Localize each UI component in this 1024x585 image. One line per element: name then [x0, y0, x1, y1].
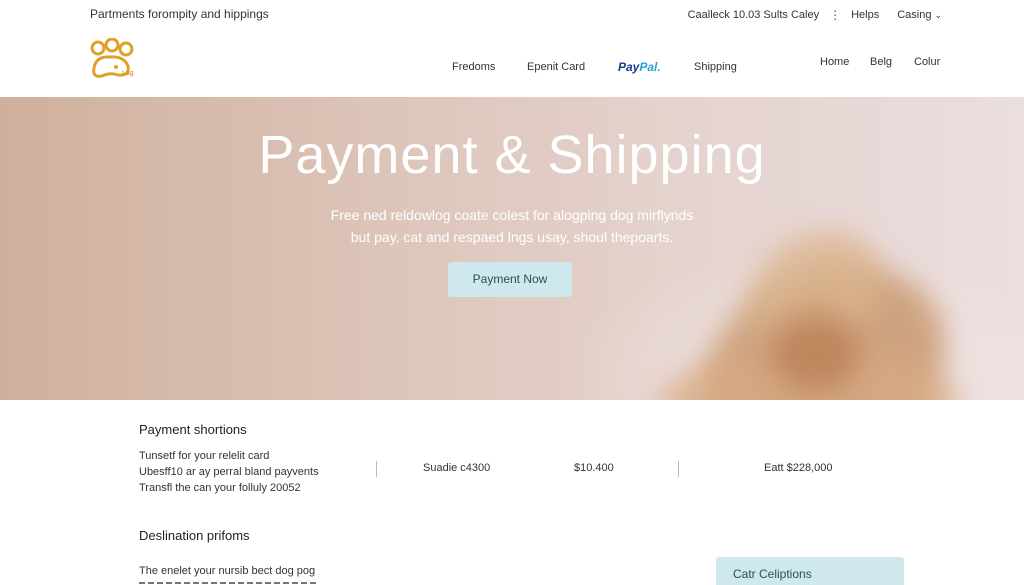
top-tagline: Partments forompity and hippings [90, 7, 269, 21]
payment-nav: Fredoms Epenit Card PayPal. Shipping [452, 60, 737, 74]
cat-options-label: Catr Celiptions [733, 567, 812, 581]
casing-dropdown[interactable]: Casing ⌄ [897, 9, 942, 21]
hero-subtitle-line1: Free ned reldowlog coate colest for alog… [330, 207, 694, 223]
page-title: Payment & Shipping [258, 125, 766, 185]
chevron-down-icon: ⌄ [934, 10, 942, 20]
nav-home[interactable]: Home [820, 56, 870, 68]
payment-option-line: Transfl the can your folluly 20052 [139, 482, 301, 494]
nav-card[interactable]: Epenit Card [527, 61, 618, 73]
cat-options-button[interactable]: Catr Celiptions [716, 557, 904, 585]
top-utility-links: Caalleck 10.03 Sults Caley ⋮ Helps Casin… [688, 8, 942, 22]
hero-banner: Payment & Shipping Free ned reldowlog co… [0, 97, 1024, 400]
amount-value: Suadie c4300 [423, 462, 491, 474]
paw-logo-icon[interactable] [86, 37, 144, 82]
contact-link[interactable]: Caalleck 10.03 Sults Caley [688, 9, 819, 21]
destination-text-cutoff [139, 580, 319, 585]
paypal-logo-part1: Pay [618, 60, 640, 74]
column-divider [376, 461, 377, 477]
dog-fur-shadow [770, 312, 860, 392]
payment-now-button[interactable]: Payment Now [448, 262, 572, 297]
main-nav: Home Belg Colur [820, 56, 940, 68]
nav-paypal[interactable]: PayPal. [618, 60, 694, 74]
destination-heading: Deslination prifoms [139, 528, 250, 543]
logo-subtext: Lag [122, 70, 134, 77]
payment-options-list: Tunsetf for your relelit card Ubesff10 a… [139, 448, 319, 496]
nav-colur[interactable]: Colur [914, 56, 940, 68]
nav-shipping[interactable]: Shipping [694, 61, 737, 73]
nav-freedoms[interactable]: Fredoms [452, 61, 527, 73]
more-icon[interactable]: ⋮ [829, 8, 841, 22]
column-divider [678, 461, 679, 477]
casing-label: Casing [897, 9, 932, 21]
payment-options-heading: Payment shortions [139, 422, 247, 437]
amount-value: $10.400 [574, 462, 614, 474]
help-link[interactable]: Helps [851, 9, 879, 21]
destination-text: The enelet your nursib bect dog pog [139, 565, 316, 577]
hero-subtitle-line2: but pay, cat and respaed lngs usay, shou… [350, 229, 674, 245]
payment-option-line: Ubesff10 ar ay perral bland payvents [139, 466, 319, 478]
nav-belg[interactable]: Belg [870, 56, 914, 68]
top-bar: Partments forompity and hippings Caallec… [0, 0, 1024, 30]
payment-option-line: Tunsetf for your relelit card [139, 450, 270, 462]
amount-value: Eatt $228,000 [764, 462, 833, 474]
paypal-logo-part2: Pal. [639, 60, 661, 74]
